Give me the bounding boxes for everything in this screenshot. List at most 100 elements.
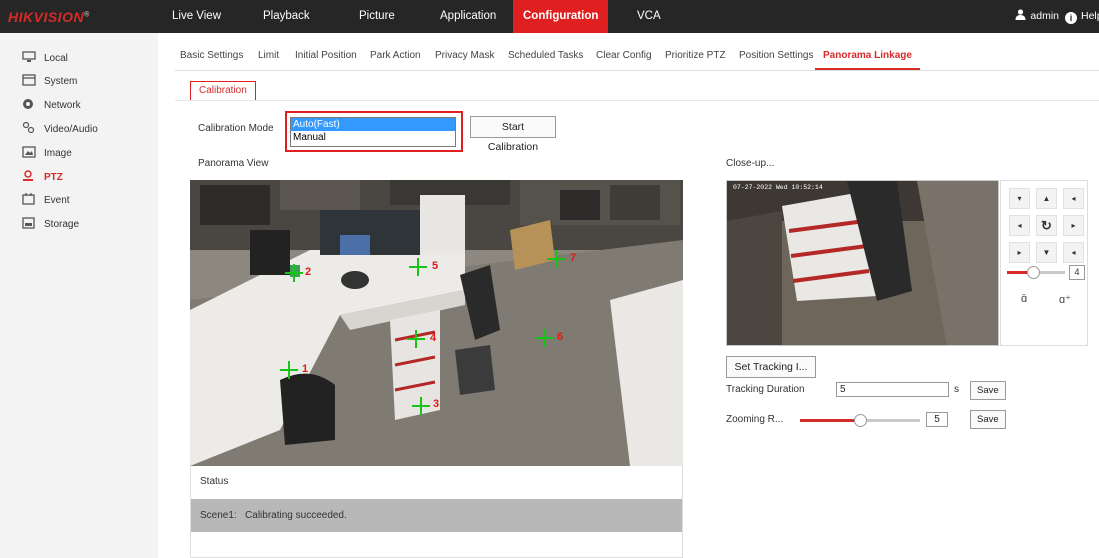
status-row: Scene1: Calibrating succeeded.: [191, 499, 682, 532]
ptz-down-left-button[interactable]: ▸: [1009, 242, 1030, 263]
status-panel: Status Scene1: Calibrating succeeded.: [190, 466, 683, 558]
nav-vca[interactable]: VCA: [627, 0, 671, 33]
nav-application[interactable]: Application: [430, 0, 506, 33]
calibration-point-label: 2: [305, 266, 312, 278]
ptz-icon: [23, 170, 33, 181]
option-auto-fast[interactable]: Auto(Fast): [291, 118, 455, 131]
sidebar-item-video-audio[interactable]: Video/Audio: [22, 121, 98, 139]
closeup-view[interactable]: 07-27-2022 Wed 10:52:14: [726, 180, 999, 346]
ptz-auto-scan-button[interactable]: ↻: [1036, 215, 1057, 236]
nav-playback[interactable]: Playback: [253, 0, 320, 33]
zooming-ratio-fill: [800, 419, 860, 422]
help-menu[interactable]: iHelp: [1065, 0, 1099, 33]
closeup-title: Close-up...: [726, 158, 775, 169]
calibration-point-label: 4: [430, 332, 437, 344]
tracking-duration-input[interactable]: 5: [836, 382, 949, 397]
save-zoom-button[interactable]: Save: [970, 410, 1006, 429]
calibration-point-7: [547, 250, 565, 268]
sidebar-item-system[interactable]: System: [22, 73, 77, 91]
zooming-ratio-input[interactable]: 5: [926, 412, 948, 427]
calibration-point-6: [535, 329, 553, 347]
ptz-right-button[interactable]: ▸: [1063, 215, 1084, 236]
tab-initial-position[interactable]: Initial Position: [295, 44, 357, 70]
zooming-ratio-knob[interactable]: [854, 414, 867, 427]
sidebar-item-image[interactable]: Image: [22, 145, 72, 163]
ptz-left-button[interactable]: ◂: [1009, 215, 1030, 236]
sidebar-item-network[interactable]: Network: [22, 97, 81, 115]
set-tracking-button[interactable]: Set Tracking I...: [726, 356, 816, 378]
status-scene: Scene1:: [200, 510, 237, 521]
tab-prioritize-ptz[interactable]: Prioritize PTZ: [665, 44, 726, 70]
calibration-point-label: 1: [302, 363, 309, 375]
ptz-down-right-button[interactable]: ◂: [1063, 242, 1084, 263]
ptz-up-left-button[interactable]: ▾: [1009, 188, 1030, 209]
username: admin: [1030, 10, 1059, 22]
sidebar-item-event[interactable]: Event: [22, 192, 70, 210]
calibration-point-3: [412, 397, 430, 415]
nav-configuration[interactable]: Configuration: [513, 0, 609, 33]
start-calibration-button[interactable]: Start Calibration: [470, 116, 556, 153]
status-message: Calibrating succeeded.: [245, 510, 347, 521]
system-icon: [22, 74, 36, 86]
sidebar-item-local[interactable]: Local: [22, 50, 68, 68]
calibration-point-1: [280, 361, 298, 379]
tab-position-settings[interactable]: Position Settings: [739, 44, 814, 70]
hikvision-logo: HIKVISION®: [8, 9, 90, 25]
tab-privacy-mask[interactable]: Privacy Mask: [435, 44, 494, 70]
panorama-view-title: Panorama View: [198, 158, 269, 169]
tracking-duration-unit: s: [954, 384, 959, 395]
calibration-point-label: 6: [557, 331, 564, 343]
closeup-image: [727, 181, 998, 345]
closeup-timestamp: 07-27-2022 Wed 10:52:14: [733, 184, 823, 191]
calibration-point-4: [407, 330, 425, 348]
sidebar-item-storage[interactable]: Storage: [22, 216, 79, 234]
tab-park-action[interactable]: Park Action: [370, 44, 421, 70]
calibration-point-label: 5: [432, 260, 439, 272]
panorama-image: [190, 180, 683, 466]
user-icon: [1015, 9, 1026, 20]
calibration-point-label: 3: [433, 398, 440, 410]
tracking-duration-label: Tracking Duration: [726, 384, 805, 395]
ptz-speed-knob[interactable]: [1027, 266, 1041, 279]
calibration-mode-label: Calibration Mode: [198, 123, 274, 134]
ptz-up-right-button[interactable]: ◂: [1063, 188, 1084, 209]
subtab-calibration[interactable]: Calibration: [190, 81, 256, 101]
tab-divider: [175, 70, 1099, 71]
status-title: Status: [200, 476, 229, 487]
tab-basic-settings[interactable]: Basic Settings: [180, 44, 243, 70]
tab-panorama-linkage[interactable]: Panorama Linkage: [815, 44, 920, 70]
storage-icon: [22, 217, 35, 229]
ptz-speed-value: 4: [1069, 265, 1085, 280]
tab-scheduled-tasks[interactable]: Scheduled Tasks: [508, 44, 583, 70]
sidebar-item-ptz[interactable]: PTZ: [22, 169, 63, 187]
zoom-in-icon[interactable]: ɑ⁺: [1059, 293, 1071, 306]
tab-limit[interactable]: Limit: [258, 44, 279, 70]
sidebar: Local System Network Video/Audio Image P…: [0, 33, 158, 558]
tab-clear-config[interactable]: Clear Config: [596, 44, 652, 70]
subtab-divider: [175, 100, 1099, 101]
ptz-down-button[interactable]: ▼: [1036, 242, 1057, 263]
option-manual[interactable]: Manual: [291, 131, 455, 144]
calibration-mode-select[interactable]: Auto(Fast) Manual: [290, 117, 456, 147]
image-icon: [22, 146, 36, 158]
monitor-icon: [22, 51, 36, 62]
calibration-point-2: [285, 264, 303, 282]
top-navigation-bar: HIKVISION® Live View Playback Picture Ap…: [0, 0, 1099, 33]
video-audio-icon: [22, 122, 35, 134]
ptz-control-panel: ▾ ▲ ◂ ◂ ↻ ▸ ▸ ▼ ◂ 4 ɑ̄ ɑ⁺: [1000, 180, 1088, 346]
panorama-view[interactable]: 1 2 3 4 5 6 7: [190, 180, 683, 466]
nav-picture[interactable]: Picture: [349, 0, 405, 33]
calibration-point-5: [409, 258, 427, 276]
ptz-up-button[interactable]: ▲: [1036, 188, 1057, 209]
event-icon: [22, 193, 35, 205]
calibration-point-label: 7: [570, 252, 577, 264]
help-icon: i: [1065, 12, 1077, 24]
zoom-out-icon[interactable]: ɑ̄: [1021, 293, 1027, 305]
zooming-ratio-slider[interactable]: [800, 414, 920, 427]
nav-live-view[interactable]: Live View: [162, 0, 231, 33]
network-icon: [23, 99, 33, 109]
user-menu[interactable]: admin: [1015, 0, 1059, 33]
save-duration-button[interactable]: Save: [970, 381, 1006, 400]
zooming-ratio-label: Zooming R...: [726, 414, 784, 425]
ptz-speed-slider[interactable]: [1007, 266, 1065, 279]
